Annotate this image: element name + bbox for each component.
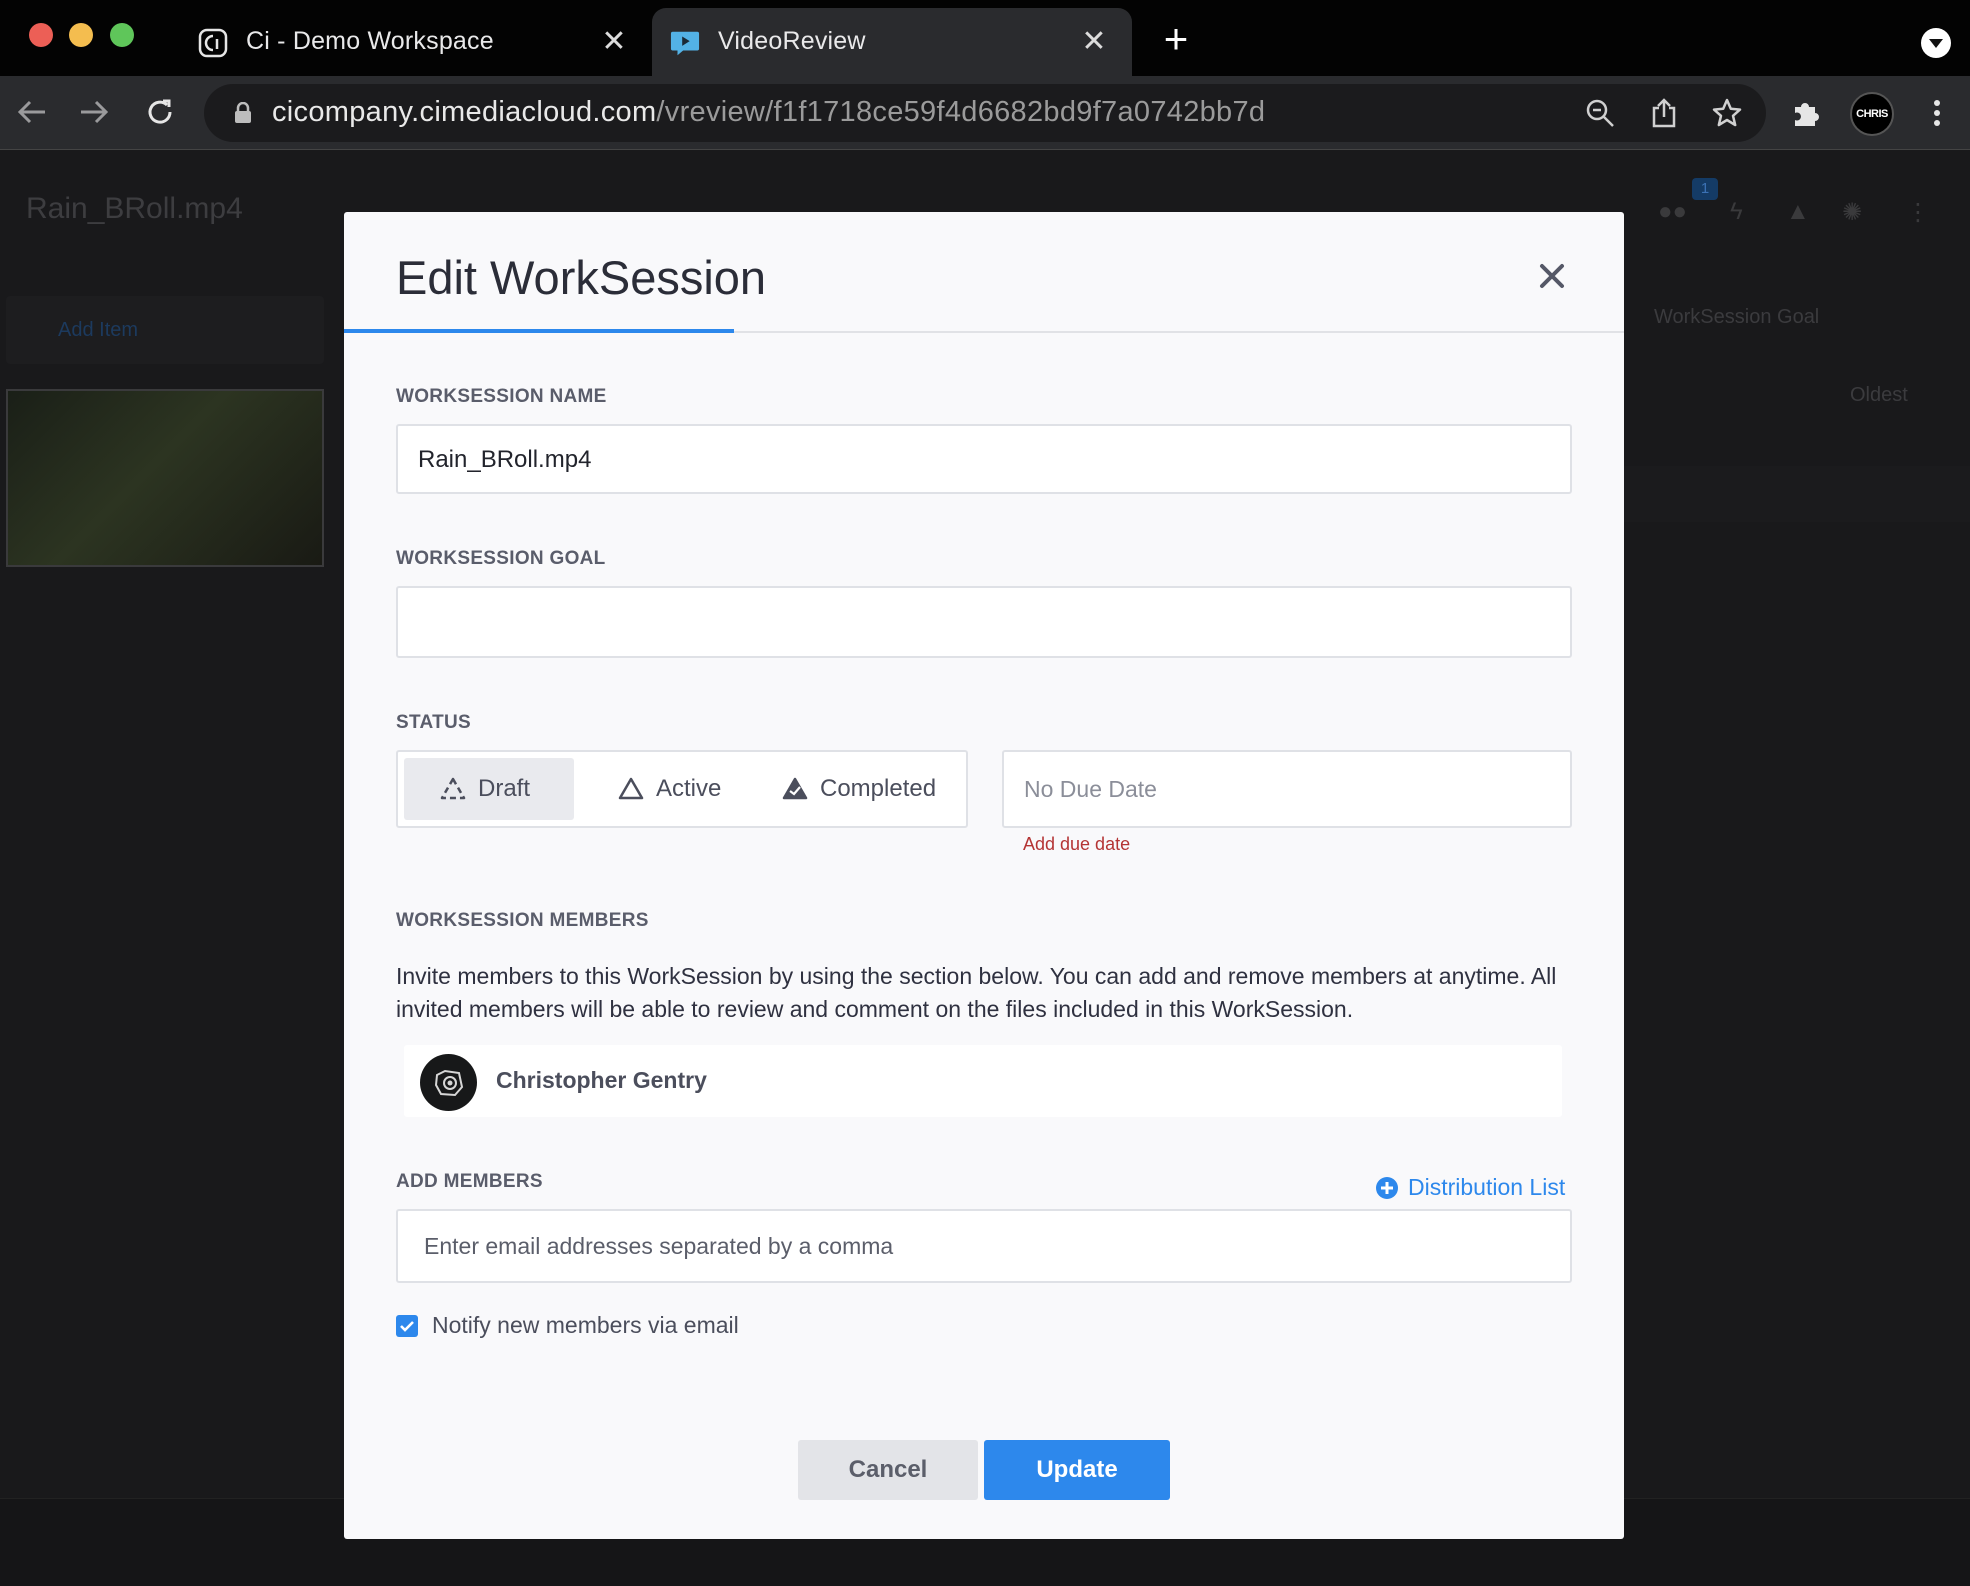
modal-title: Edit WorkSession (396, 251, 767, 304)
status-option-label: Completed (820, 775, 937, 802)
video-thumbnail[interactable] (6, 389, 324, 567)
members-description: Invite members to this WorkSession by us… (396, 963, 1557, 1022)
tab-search-icon[interactable] (1921, 28, 1951, 58)
worksession-name-label: WORKSESSION NAME (396, 386, 607, 407)
browser-tab-bar: Ci - Demo Workspace ✕ VideoReview ✕ + (0, 0, 1970, 76)
member-avatar-icon (434, 1069, 463, 1096)
ci-logo-icon (198, 28, 228, 58)
status-draft-option[interactable]: Draft (404, 758, 574, 820)
tab-title: VideoReview (718, 27, 866, 55)
worksession-name-value: Rain_BRoll.mp4 (418, 446, 592, 473)
notify-members-checkbox[interactable]: Notify new members via email (396, 1312, 739, 1339)
browser-tab-videoreview[interactable]: VideoReview ✕ (652, 8, 1132, 76)
url-path: /vreview/f1f1718ce59f4d6682bd9f7a0742bb7… (656, 96, 1266, 128)
update-button[interactable]: Update (984, 1440, 1170, 1500)
more-vertical-icon[interactable] (1916, 92, 1958, 134)
worksession-goal-input[interactable] (396, 586, 1572, 658)
worksession-members-label: WORKSESSION MEMBERS (396, 910, 649, 931)
close-icon[interactable]: ✕ (598, 26, 630, 58)
app-title: Rain_BRoll.mp4 (26, 192, 243, 225)
url-host: cicompany.cimediacloud.com (272, 96, 657, 128)
annotation-toolbar (1620, 466, 1970, 522)
lightning-icon[interactable]: ϟ (1730, 198, 1743, 226)
tab-title: Ci - Demo Workspace (246, 27, 494, 55)
more-vertical-icon[interactable]: ⋮ (1906, 198, 1930, 227)
avatar (420, 1054, 477, 1111)
reload-icon[interactable] (140, 92, 180, 132)
edit-worksession-modal: Edit WorkSession WORKSESSION NAME Rain_B… (344, 212, 1624, 1539)
profile-avatar[interactable]: CHRIS (1850, 92, 1894, 136)
members-icon[interactable]: ●● (1658, 198, 1687, 226)
cancel-button[interactable]: Cancel (798, 1440, 978, 1500)
gear-icon[interactable]: ✺ (1842, 198, 1862, 227)
back-arrow-icon[interactable] (12, 92, 52, 132)
forward-arrow-icon[interactable] (74, 92, 114, 132)
window-maximize-button[interactable] (110, 23, 134, 47)
zoom-icon[interactable] (1583, 96, 1617, 130)
add-item-label: Add Item (58, 319, 139, 341)
plus-circle-icon (1376, 1176, 1398, 1199)
video-review-icon (670, 28, 700, 58)
share-icon[interactable] (1647, 96, 1681, 130)
window-minimize-button[interactable] (69, 23, 93, 47)
status-option-label: Draft (478, 775, 531, 802)
modal-header: Edit WorkSession (344, 212, 1624, 333)
status-active-option[interactable]: Active (618, 758, 748, 820)
browser-toolbar: cicompany.cimediacloud.com/vreview/f1f17… (0, 76, 1970, 150)
distribution-list-label: Distribution List (1408, 1174, 1566, 1200)
due-date-input[interactable]: No Due Date (1002, 750, 1572, 828)
sort-dropdown[interactable]: Oldest (1850, 384, 1908, 407)
worksession-goal-label: WORKSESSION GOAL (396, 548, 606, 569)
members-count-badge: 1 (1692, 178, 1718, 200)
worksession-goal-tab[interactable]: WorkSession Goal (1654, 306, 1819, 329)
status-label: STATUS (396, 712, 471, 733)
notify-label: Notify new members via email (432, 1312, 739, 1338)
checkbox-checked-icon[interactable] (396, 1314, 418, 1337)
close-icon[interactable] (1530, 254, 1574, 298)
completed-status-icon (782, 777, 808, 800)
member-row: Christopher Gentry (404, 1045, 1562, 1117)
browser-tab-ci-workspace[interactable]: Ci - Demo Workspace ✕ (180, 8, 652, 76)
due-date-value: No Due Date (1024, 776, 1157, 802)
status-option-label: Active (656, 775, 722, 802)
member-name: Christopher Gentry (496, 1067, 707, 1093)
new-tab-button[interactable]: + (1158, 18, 1194, 60)
add-due-date-link[interactable]: Add due date (1023, 834, 1130, 855)
bookmark-star-icon[interactable] (1710, 96, 1744, 130)
bell-icon[interactable]: ▲ (1786, 198, 1810, 226)
distribution-list-link[interactable]: Distribution List (1376, 1174, 1565, 1201)
modal-title-underline (344, 329, 734, 333)
worksession-name-input[interactable]: Rain_BRoll.mp4 (396, 424, 1572, 494)
draft-status-icon (440, 777, 466, 800)
window-close-button[interactable] (29, 23, 53, 47)
address-bar[interactable]: cicompany.cimediacloud.com/vreview/f1f17… (204, 84, 1766, 142)
extensions-puzzle-icon[interactable] (1786, 92, 1828, 134)
active-status-icon (618, 777, 644, 800)
status-completed-option[interactable]: Completed (782, 758, 962, 820)
add-members-email-input[interactable] (396, 1209, 1572, 1283)
add-item-button[interactable]: Add Item (6, 296, 324, 364)
add-members-label: ADD MEMBERS (396, 1171, 543, 1192)
status-segmented-control: Draft Active Completed (396, 750, 968, 828)
close-icon[interactable]: ✕ (1078, 26, 1110, 58)
lock-icon[interactable] (226, 96, 260, 130)
url-text: cicompany.cimediacloud.com/vreview/f1f17… (272, 96, 1265, 129)
